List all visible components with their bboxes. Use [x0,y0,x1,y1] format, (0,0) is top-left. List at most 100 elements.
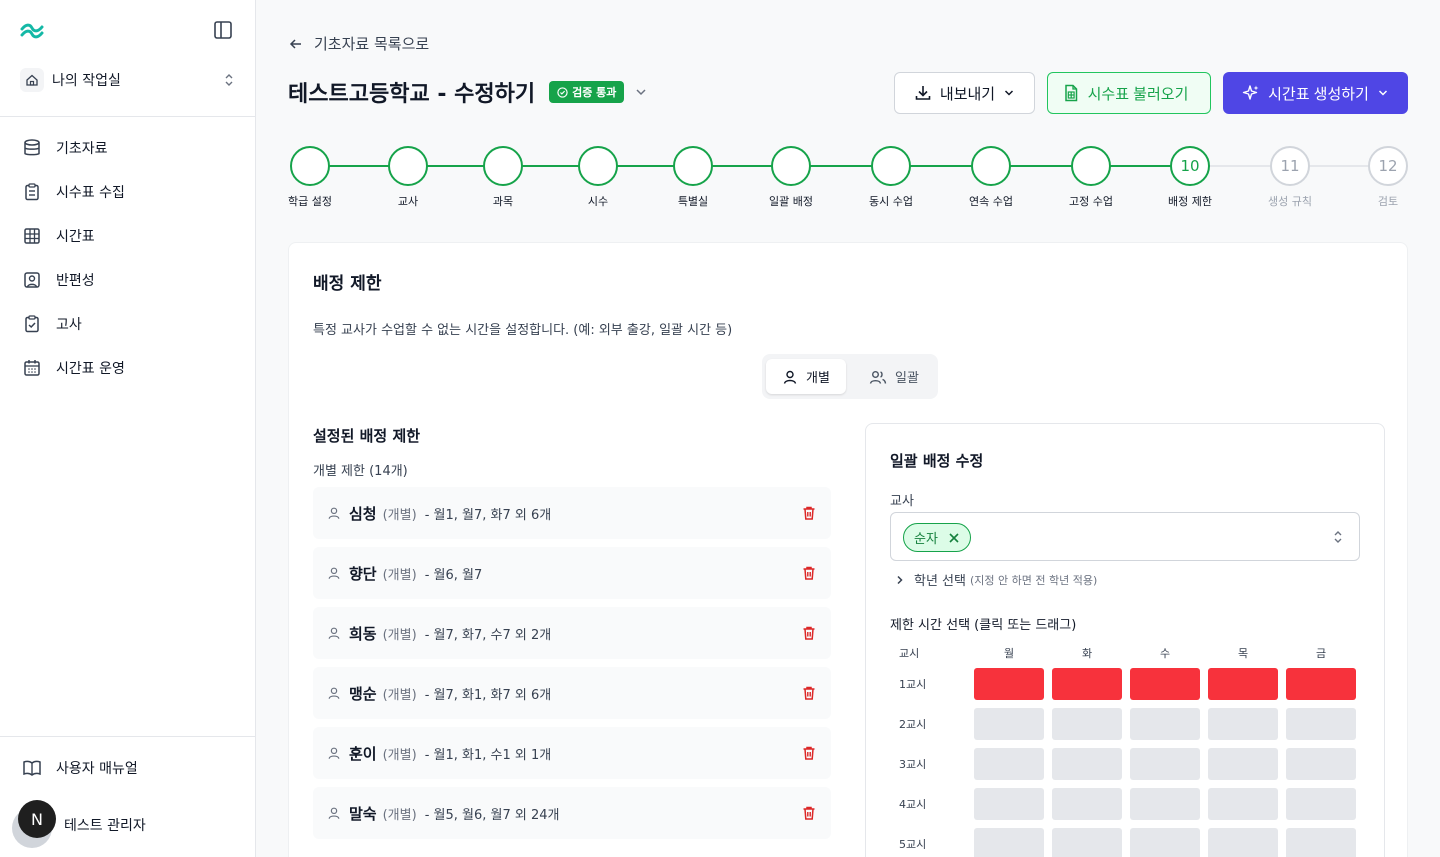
grid-cell[interactable] [1208,788,1278,820]
step-11-circle[interactable]: 11 [1270,146,1310,186]
sidebar-item-exam[interactable]: 고사 [12,302,244,346]
status-badge: 검증 통과 [549,81,625,103]
sparkles-icon [1242,85,1259,100]
trash-icon[interactable] [801,625,817,641]
toggle-bulk[interactable]: 일괄 [854,359,934,394]
chevrons-up-down-icon [225,74,233,86]
toggle-bulk-label: 일괄 [895,371,919,386]
step-4-label: 시수 [587,195,609,208]
generate-timetable-button[interactable]: 시간표 생성하기 [1223,72,1408,114]
user-profile[interactable]: N 테스트 관리자 [12,798,146,848]
import-hours-button[interactable]: 시수표 불러오기 [1047,72,1211,114]
clipboard-list-icon [25,183,39,201]
grid-cell[interactable] [1286,668,1356,700]
step-1-circle[interactable] [290,146,330,186]
restriction-row[interactable]: 향단 (개별) - 월6, 월7 [313,547,831,599]
grid-cell[interactable] [1052,748,1122,780]
restriction-row[interactable]: 말숙 (개별) - 월5, 월6, 월7 외 24개 [313,787,831,839]
bulk-edit-panel: 일괄 배정 수정 교사 순자 학년 선택 (지정 안 하면 전 학년 적용) 제… [865,423,1385,857]
grid-cell[interactable] [1052,828,1122,857]
sidebar-item-label: 고사 [56,317,82,333]
step-3-label: 과목 [492,195,514,208]
grid-cell[interactable] [1286,748,1356,780]
download-icon [915,86,931,100]
teacher-select[interactable]: 순자 [890,512,1360,561]
grid-cell[interactable] [1286,708,1356,740]
grid-cell[interactable] [1130,748,1200,780]
grid-day-header: 월 [1003,647,1015,660]
chevron-down-icon[interactable] [634,85,648,99]
step-2-circle[interactable] [388,146,428,186]
workspace-switcher[interactable]: 나의 작업실 [12,60,244,100]
sidebar-item-hours-collection[interactable]: 시수표 수집 [12,170,244,214]
restriction-teacher-name: 말숙 [349,804,377,823]
teacher-chip: 순자 [903,523,971,552]
sidebar-toggle-icon[interactable] [212,19,234,41]
grid-cell[interactable] [1052,708,1122,740]
grid-cell[interactable] [974,748,1044,780]
step-4-circle[interactable] [578,146,618,186]
step-8-circle[interactable] [971,146,1011,186]
close-icon[interactable] [948,532,960,544]
avatar-initial: N [18,800,56,838]
trash-icon[interactable] [801,505,817,521]
grid-cell[interactable] [1208,748,1278,780]
grid-cell[interactable] [1208,668,1278,700]
grid-cell[interactable] [974,668,1044,700]
sidebar-item-timetable-operation[interactable]: 시간표 운영 [12,346,244,390]
step-6-circle[interactable] [771,146,811,186]
grid-cell[interactable] [974,788,1044,820]
mode-toggle: 개별 일괄 [762,354,938,399]
grid-cell[interactable] [1130,668,1200,700]
user-name: 테스트 관리자 [64,818,146,834]
grid-cell[interactable] [1286,788,1356,820]
trash-icon[interactable] [801,565,817,581]
step-9-circle[interactable] [1071,146,1111,186]
grid-period-label: 1교시 [899,678,927,691]
time-select-label: 제한 시간 선택 (클릭 또는 드래그) [890,618,1077,633]
sidebar-item-basic-data[interactable]: 기초자료 [12,126,244,170]
user-icon [328,807,340,819]
export-button[interactable]: 내보내기 [894,72,1035,114]
step-7-label: 동시 수업 [869,195,913,208]
grid-cell[interactable] [974,708,1044,740]
step-7-circle[interactable] [871,146,911,186]
trash-icon[interactable] [801,685,817,701]
grade-selector[interactable]: 학년 선택 (지정 안 하면 전 학년 적용) [894,570,1097,589]
sidebar-item-class-assignment[interactable]: 반편성 [12,258,244,302]
sidebar-item-label: 기초자료 [56,141,108,157]
grid-cell[interactable] [1052,668,1122,700]
restriction-row[interactable]: 심청 (개별) - 월1, 월7, 화7 외 6개 [313,487,831,539]
grid-cell[interactable] [1130,708,1200,740]
grid-cell[interactable] [1052,788,1122,820]
back-link[interactable]: 기초자료 목록으로 [288,33,429,54]
step-10-circle[interactable]: 10 [1170,146,1210,186]
logo-icon[interactable] [20,20,44,40]
sidebar-item-timetable[interactable]: 시간표 [12,214,244,258]
toggle-individual[interactable]: 개별 [766,359,846,394]
trash-icon[interactable] [801,805,817,821]
restriction-row[interactable]: 훈이 (개별) - 월1, 화1, 수1 외 1개 [313,727,831,779]
export-button-label: 내보내기 [939,85,996,103]
grid-cell[interactable] [1208,828,1278,857]
grid-cell[interactable] [1130,828,1200,857]
restriction-slots: - 월1, 화1, 수1 외 1개 [424,747,552,763]
restriction-row[interactable]: 희동 (개별) - 월7, 화7, 수7 외 2개 [313,607,831,659]
step-3-circle[interactable] [483,146,523,186]
step-9-label: 고정 수업 [1069,195,1113,208]
grid-cell[interactable] [1130,788,1200,820]
step-5-circle[interactable] [673,146,713,186]
trash-icon[interactable] [801,745,817,761]
user-manual-link[interactable]: 사용자 매뉴얼 [22,758,138,778]
toggle-individual-label: 개별 [806,371,830,386]
restriction-card: 배정 제한 특정 교사가 수업할 수 없는 시간을 설정합니다. (예: 외부 … [288,242,1408,857]
restriction-row[interactable]: 맹순 (개별) - 월7, 화1, 화7 외 6개 [313,667,831,719]
restriction-slots: - 월5, 월6, 월7 외 24개 [424,807,560,823]
grid-period-label: 5교시 [899,838,927,851]
chevron-right-icon [897,575,903,584]
step-12-circle[interactable]: 12 [1368,146,1408,186]
grid-cell[interactable] [1286,828,1356,857]
database-icon [24,139,40,156]
grid-cell[interactable] [974,828,1044,857]
grid-cell[interactable] [1208,708,1278,740]
